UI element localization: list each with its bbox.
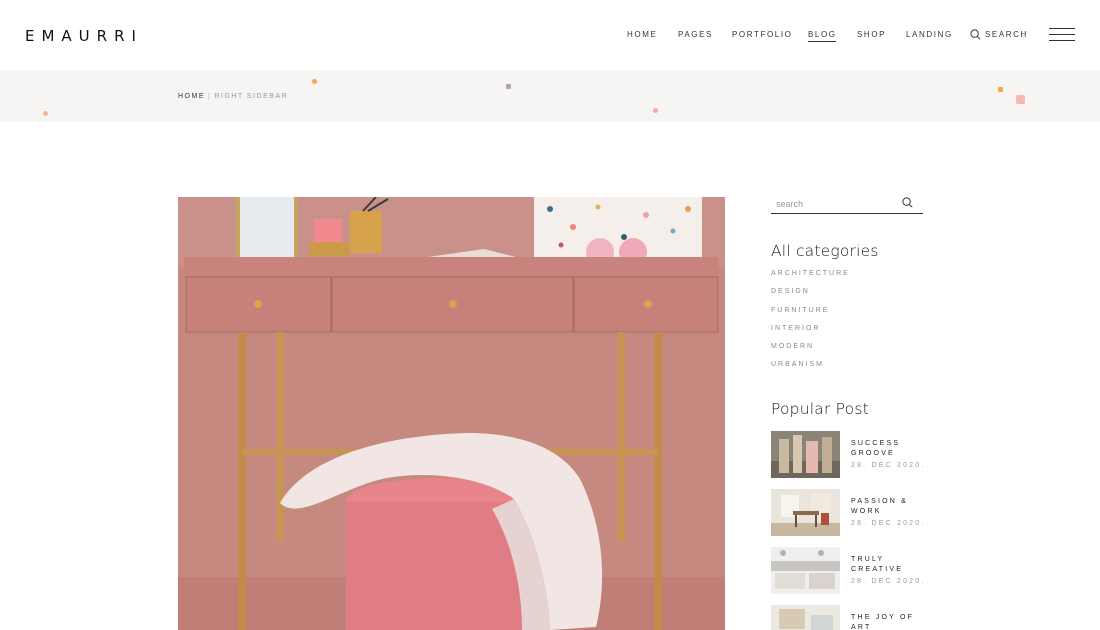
post-thumbnail[interactable]	[771, 547, 840, 594]
popular-post-title: Popular Post	[771, 400, 869, 418]
nav-search[interactable]: SEARCH	[970, 29, 1028, 40]
search-icon[interactable]	[902, 197, 913, 208]
post-title[interactable]: PASSION & WORK	[851, 497, 926, 517]
search-icon	[970, 29, 981, 40]
category-design[interactable]: DESIGN	[771, 288, 850, 306]
nav-search-label: SEARCH	[985, 30, 1028, 39]
nav-shop[interactable]: SHOP	[857, 30, 886, 39]
post-title[interactable]: THE JOY OF ART	[851, 613, 926, 630]
post-thumbnail[interactable]	[771, 605, 840, 630]
category-urbanism[interactable]: URBANISM	[771, 361, 850, 379]
popular-post-item[interactable]: THE JOY OF ART	[771, 605, 931, 630]
confetti-dot	[312, 79, 317, 84]
page-title-area: HOME | RIGHT SIDEBAR	[0, 70, 1100, 122]
popular-post-item[interactable]: SUCCESS GROOVE 28. DEC 2020.	[771, 431, 931, 479]
site-header: EMAURRI HOME PAGES PORTFOLIO BLOG SHOP L…	[0, 0, 1100, 70]
category-architecture[interactable]: ARCHITECTURE	[771, 270, 850, 288]
nav-pages[interactable]: PAGES	[678, 30, 713, 39]
nav-landing[interactable]: LANDING	[906, 30, 953, 39]
categories-list: ARCHITECTURE DESIGN FURNITURE INTERIOR M…	[771, 270, 850, 380]
post-date: 28. DEC 2020.	[851, 578, 926, 585]
post-date: 28. DEC 2020.	[851, 462, 926, 469]
breadcrumb: HOME | RIGHT SIDEBAR	[178, 93, 288, 100]
sidebar-search-input[interactable]	[776, 199, 896, 209]
confetti-dot	[1016, 95, 1025, 104]
confetti-dot	[506, 84, 511, 89]
right-sidebar: All categories ARCHITECTURE DESIGN FURNI…	[771, 196, 923, 630]
nav-home[interactable]: HOME	[627, 30, 657, 39]
site-logo[interactable]: EMAURRI	[25, 27, 143, 45]
post-thumbnail[interactable]	[771, 431, 840, 478]
post-title[interactable]: TRULY CREATIVE	[851, 555, 926, 575]
categories-title: All categories	[771, 242, 879, 260]
confetti-dot	[998, 87, 1003, 92]
post-date: 28. DEC 2020.	[851, 520, 926, 527]
breadcrumb-separator: |	[208, 93, 212, 100]
nav-portfolio[interactable]: PORTFOLIO	[732, 30, 792, 39]
confetti-dot	[43, 111, 48, 116]
hamburger-icon[interactable]	[1049, 28, 1075, 42]
category-interior[interactable]: INTERIOR	[771, 325, 850, 343]
post-thumbnail[interactable]	[771, 489, 840, 536]
category-furniture[interactable]: FURNITURE	[771, 307, 850, 325]
vanity-desk-illustration	[178, 197, 725, 630]
popular-post-item[interactable]: PASSION & WORK 28. DEC 2020.	[771, 489, 931, 537]
sidebar-search	[771, 196, 923, 214]
breadcrumb-current: RIGHT SIDEBAR	[214, 93, 289, 100]
nav-blog[interactable]: BLOG	[808, 30, 837, 42]
confetti-dot	[653, 108, 658, 113]
popular-post-item[interactable]: TRULY CREATIVE 28. DEC 2020.	[771, 547, 931, 595]
category-modern[interactable]: MODERN	[771, 343, 850, 361]
breadcrumb-home[interactable]: HOME	[178, 93, 205, 100]
featured-post-image[interactable]	[178, 197, 725, 630]
post-title[interactable]: SUCCESS GROOVE	[851, 439, 926, 459]
